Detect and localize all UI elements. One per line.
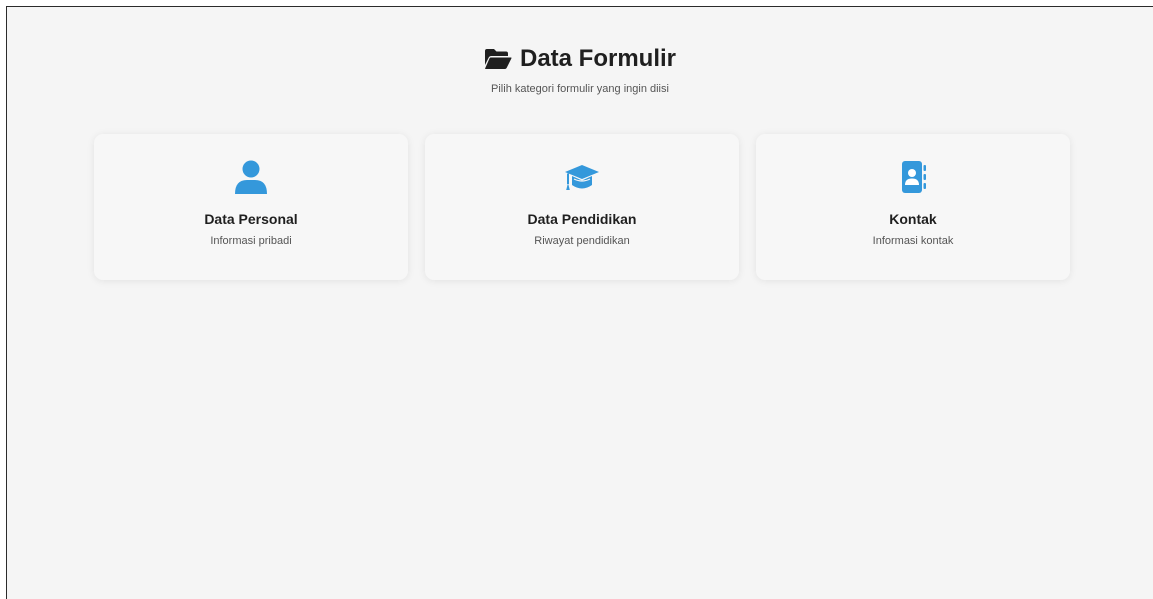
card-title: Kontak — [889, 211, 937, 227]
folder-open-icon — [484, 49, 512, 69]
category-cards: Data Personal Informasi pribadi Data Pen… — [94, 134, 1070, 280]
page-subtitle: Pilih kategori formulir yang ingin diisi — [491, 83, 669, 95]
card-title: Data Personal — [204, 211, 298, 227]
card-description: Informasi kontak — [872, 235, 954, 247]
page-title-row: Data Formulir — [484, 45, 676, 73]
card-description: Riwayat pendidikan — [534, 235, 630, 247]
card-title: Data Pendidikan — [527, 211, 637, 227]
card-kontak[interactable]: Kontak Informasi kontak — [756, 134, 1070, 280]
card-data-personal[interactable]: Data Personal Informasi pribadi — [94, 134, 408, 280]
card-description: Informasi pribadi — [210, 235, 292, 247]
card-data-pendidikan[interactable]: Data Pendidikan Riwayat pendidikan — [425, 134, 739, 280]
address-book-icon — [902, 161, 926, 193]
user-icon — [235, 160, 267, 194]
page-title: Data Formulir — [519, 45, 677, 72]
page-header: Data Formulir Pilih kategori formulir ya… — [7, 45, 1153, 95]
page-container: Data Formulir Pilih kategori formulir ya… — [6, 6, 1153, 599]
graduation-cap-icon — [565, 165, 599, 190]
